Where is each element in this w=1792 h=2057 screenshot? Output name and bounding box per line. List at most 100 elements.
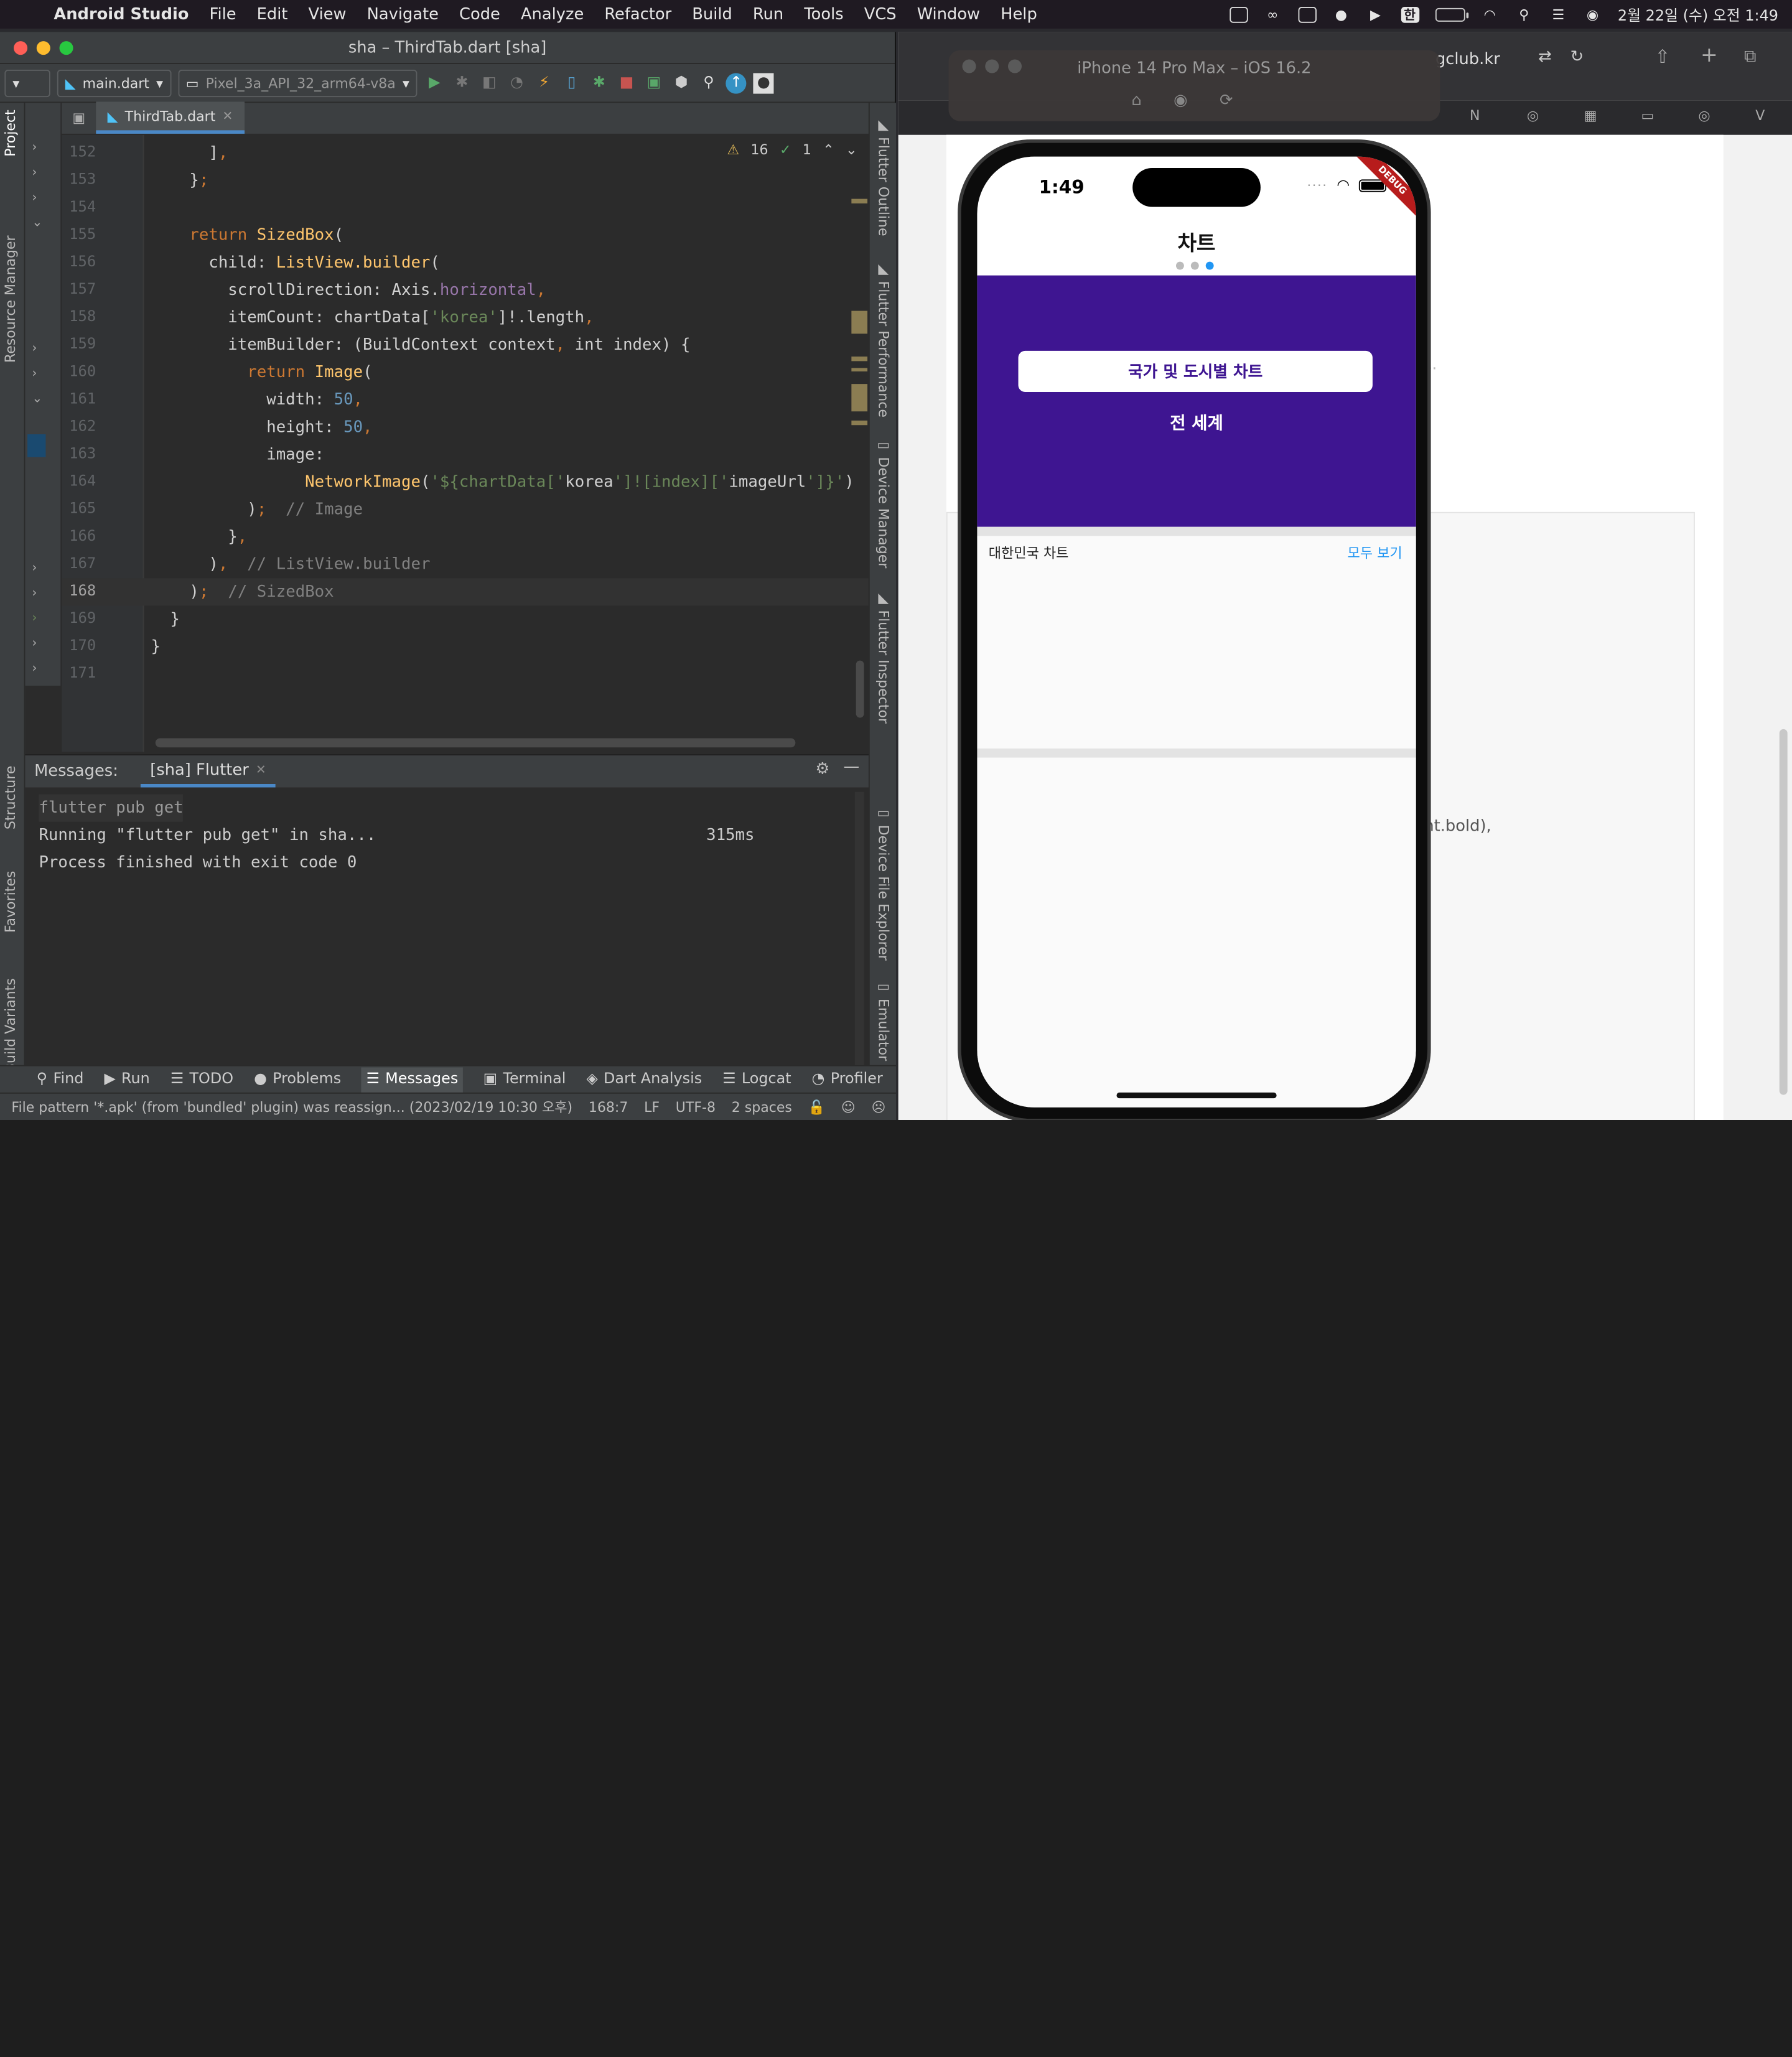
- country-city-chart-button[interactable]: 국가 및 도시별 차트: [1018, 350, 1373, 392]
- chevron-right-icon[interactable]: ›: [32, 661, 37, 676]
- menu-window[interactable]: Window: [907, 5, 990, 23]
- window-layout-icon[interactable]: [1229, 6, 1248, 22]
- code-line[interactable]: 164 NetworkImage('${chartData['korea']![…: [62, 469, 869, 496]
- code-line[interactable]: 171: [62, 661, 869, 688]
- menu-refactor[interactable]: Refactor: [594, 5, 682, 23]
- code-line[interactable]: 163 image:: [62, 441, 869, 469]
- smiley-icon[interactable]: ☹: [872, 1099, 886, 1115]
- menu-help[interactable]: Help: [991, 5, 1048, 23]
- run-icon[interactable]: ▶: [424, 73, 445, 93]
- coverage-icon[interactable]: ◧: [479, 73, 500, 93]
- world-chart-link[interactable]: 전 세계: [977, 410, 1416, 434]
- messages-scrollbar[interactable]: [854, 791, 864, 1089]
- flutter-inspector-tab[interactable]: ◣ Flutter Inspector: [875, 590, 892, 724]
- menu-build[interactable]: Build: [682, 5, 743, 23]
- flutter-performance-tab[interactable]: ◣ Flutter Performance: [875, 261, 892, 417]
- stripe-marker[interactable]: [851, 368, 868, 371]
- menu-run[interactable]: Run: [742, 5, 793, 23]
- code-line[interactable]: 158 itemCount: chartData['korea']!.lengt…: [62, 304, 869, 332]
- menu-vcs[interactable]: VCS: [854, 5, 907, 23]
- structure-tab[interactable]: Structure: [2, 766, 19, 830]
- code-line[interactable]: 166 },: [62, 523, 869, 551]
- code-line[interactable]: 169 }: [62, 605, 869, 633]
- chevron-right-icon[interactable]: ›: [32, 635, 37, 650]
- device-file-explorer-tab[interactable]: ▭ Device File Explorer: [875, 805, 892, 961]
- profile-icon[interactable]: ◔: [506, 73, 527, 93]
- status-message[interactable]: File pattern '*.apk' (from 'bundled' plu…: [11, 1097, 572, 1116]
- share-icon[interactable]: ⇧: [1655, 45, 1671, 67]
- bookmark-icon[interactable]: V: [1755, 108, 1765, 124]
- new-tab-icon[interactable]: +: [1701, 44, 1718, 68]
- control-center-icon[interactable]: ☰: [1549, 6, 1567, 22]
- line-separator[interactable]: LF: [644, 1099, 660, 1115]
- profiler-tab[interactable]: ◔ Profiler: [812, 1071, 883, 1088]
- code-line[interactable]: 167 ), // ListView.builder: [62, 551, 869, 578]
- attach-debugger-icon[interactable]: ✱: [589, 73, 609, 93]
- chevron-down-icon[interactable]: ⌄: [32, 215, 42, 230]
- chevron-right-icon[interactable]: ›: [32, 610, 37, 625]
- menubar-datetime[interactable]: 2월 22일 (수) 오전 1:49: [1618, 4, 1778, 26]
- logcat-tab[interactable]: ☰ Logcat: [722, 1071, 791, 1088]
- page-dot[interactable]: [1190, 261, 1199, 270]
- run-config-dropdown[interactable]: ◣ main.dart ▾: [57, 69, 171, 97]
- creative-cloud-icon[interactable]: ∞: [1264, 6, 1282, 22]
- horizontal-scrollbar[interactable]: [155, 738, 796, 748]
- code-line[interactable]: 155 return SizedBox(: [62, 222, 869, 249]
- problems-tab[interactable]: ● Problems: [254, 1071, 341, 1088]
- code-line[interactable]: 154: [62, 194, 869, 222]
- configuration-dropdown[interactable]: ▾: [4, 69, 50, 97]
- debug-icon[interactable]: ✱: [452, 73, 472, 93]
- hot-reload-icon[interactable]: ⚡: [534, 73, 554, 93]
- messages-output[interactable]: flutter pub get Running "flutter pub get…: [25, 788, 869, 884]
- caret-position[interactable]: 168:7: [589, 1099, 628, 1115]
- tab-overview-icon[interactable]: ⧉: [1744, 45, 1757, 66]
- page-dot[interactable]: [1175, 261, 1184, 270]
- menu-code[interactable]: Code: [449, 5, 511, 23]
- sdk-manager-icon[interactable]: ⬢: [671, 73, 692, 93]
- bookmark-icon[interactable]: ◎: [1527, 108, 1539, 124]
- bookmark-icon[interactable]: ▭: [1641, 108, 1654, 124]
- chevron-right-icon[interactable]: ›: [32, 139, 37, 154]
- stripe-marker[interactable]: [851, 198, 868, 203]
- account-icon[interactable]: ●: [753, 72, 774, 93]
- smiley-icon[interactable]: ☺: [841, 1099, 856, 1115]
- flutter-outline-tab[interactable]: ◣ Flutter Outline: [875, 116, 892, 236]
- close-icon[interactable]: ✕: [222, 108, 233, 123]
- stop-icon[interactable]: ■: [616, 73, 637, 93]
- line-app-icon[interactable]: ●: [1332, 6, 1350, 22]
- stripe-marker[interactable]: [851, 384, 868, 412]
- tab-sha-flutter[interactable]: [sha] Flutter ✕: [141, 755, 276, 788]
- zoom-window-button[interactable]: [59, 41, 73, 55]
- input-source-icon[interactable]: 한: [1400, 6, 1419, 22]
- chevron-up-icon[interactable]: ⌃: [823, 142, 834, 158]
- screenshot-icon[interactable]: ◉: [1174, 91, 1187, 110]
- tab-thirdtab-dart[interactable]: ◣ ThirdTab.dart ✕: [96, 101, 245, 134]
- code-line[interactable]: 162 height: 50,: [62, 414, 869, 441]
- siri-icon[interactable]: ◉: [1584, 6, 1602, 22]
- chevron-right-icon[interactable]: ›: [32, 366, 37, 381]
- indent-setting[interactable]: 2 spaces: [732, 1099, 792, 1115]
- file-encoding[interactable]: UTF-8: [676, 1099, 716, 1115]
- vertical-scrollbar-thumb[interactable]: [856, 660, 864, 718]
- wifi-icon[interactable]: ◠: [1481, 6, 1499, 22]
- reload-icon[interactable]: ↻: [1570, 48, 1584, 66]
- emulator-tab[interactable]: ▭ Emulator: [875, 978, 892, 1061]
- browser-url[interactable]: gclub.kr: [1435, 50, 1500, 68]
- code-line[interactable]: 157 scrollDirection: Axis.horizontal,: [62, 276, 869, 304]
- stripe-marker[interactable]: [851, 357, 868, 361]
- gear-icon[interactable]: ⚙: [815, 760, 829, 778]
- close-icon[interactable]: ✕: [256, 762, 266, 777]
- chevron-right-icon[interactable]: ›: [32, 340, 37, 355]
- menu-view[interactable]: View: [298, 5, 357, 23]
- menu-analyze[interactable]: Analyze: [510, 5, 594, 23]
- home-icon[interactable]: ⌂: [1131, 91, 1141, 110]
- run-tab[interactable]: ▶ Run: [104, 1071, 149, 1088]
- menu-file[interactable]: File: [199, 5, 246, 23]
- favorites-tab[interactable]: Favorites: [2, 871, 19, 933]
- lock-icon[interactable]: 🔓: [808, 1099, 825, 1115]
- resource-manager-tab[interactable]: Resource Manager: [2, 235, 19, 363]
- terminal-tab[interactable]: ▣ Terminal: [483, 1071, 566, 1088]
- code-line[interactable]: 165 ); // Image: [62, 496, 869, 523]
- bookmark-icon[interactable]: N: [1470, 108, 1480, 124]
- menu-edit[interactable]: Edit: [246, 5, 298, 23]
